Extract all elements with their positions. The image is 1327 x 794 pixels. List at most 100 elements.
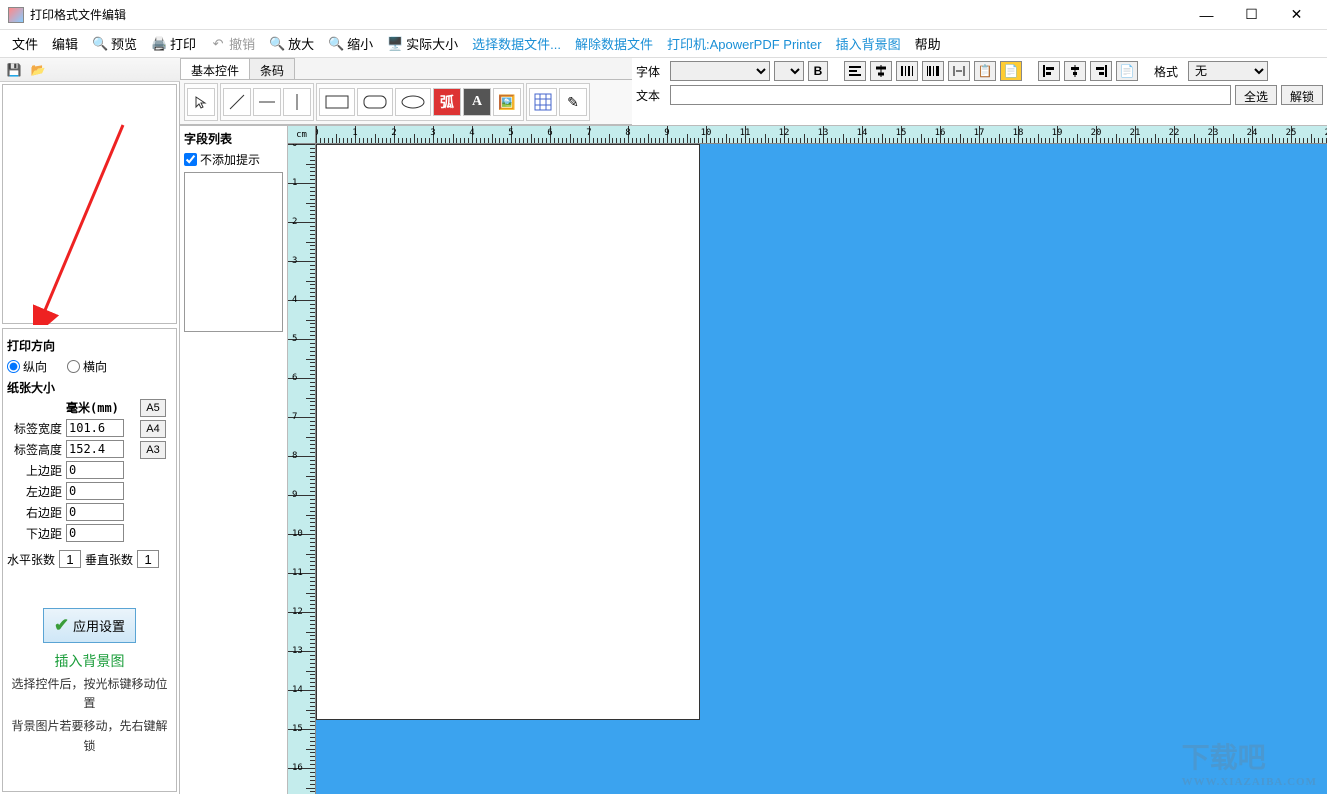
left-panel: 💾 📂 打印方向 纵向 横向 纸张大小 毫米(mm) A5 A4 A3 (0, 58, 180, 794)
edit-tool[interactable]: ✎ (559, 88, 587, 116)
radio-portrait[interactable]: 纵向 (7, 358, 47, 375)
select-all-button[interactable]: 全选 (1235, 85, 1277, 105)
tab-barcode[interactable]: 条码 (249, 58, 295, 79)
ruler-horizontal: 0123456789101112131415161718192021222324… (316, 126, 1327, 144)
menu-preview[interactable]: 🔍预览 (86, 31, 143, 56)
label-page[interactable] (316, 144, 700, 720)
apply-settings-button[interactable]: ✔应用设置 (43, 608, 136, 643)
label-width-input[interactable] (66, 419, 124, 437)
h-count-input[interactable] (59, 550, 81, 568)
direction-title: 打印方向 (7, 337, 172, 354)
tab-basic[interactable]: 基本控件 (180, 58, 250, 79)
close-button[interactable]: ✕ (1274, 0, 1319, 30)
menu-insert-bg[interactable]: 插入背景图 (830, 31, 907, 56)
center-area: 基本控件 条码 弧 (180, 58, 1327, 794)
doc-icon[interactable]: 📄 (1116, 61, 1138, 81)
text-tool[interactable]: A (463, 88, 491, 116)
font-select[interactable] (670, 61, 770, 81)
unlock-button[interactable]: 解锁 (1281, 85, 1323, 105)
a3-button[interactable]: A3 (140, 441, 166, 459)
ruler-vertical: 0123456789101112131415161718 (288, 144, 316, 794)
app-icon (8, 7, 24, 23)
save-icon[interactable]: 💾 (4, 60, 24, 80)
tab-row: 基本控件 条码 (180, 58, 632, 80)
copy-icon[interactable]: 📋 (974, 61, 996, 81)
line-tool[interactable] (223, 88, 251, 116)
help-text-1: 选择控件后，按光标键移动位置 (7, 675, 172, 713)
menu-zoomout[interactable]: 🔍缩小 (322, 31, 379, 56)
arc-tool[interactable]: 弧 (433, 88, 461, 116)
spacing-icon[interactable] (948, 61, 970, 81)
bold-button[interactable]: B (808, 61, 828, 81)
align-left-icon[interactable] (844, 61, 866, 81)
paste-icon[interactable]: 📄 (1000, 61, 1022, 81)
paper-title: 纸张大小 (7, 379, 172, 396)
printer-icon: 🖨️ (151, 36, 167, 52)
ruler-corner: cm (288, 126, 316, 144)
field-list-box[interactable] (184, 172, 283, 332)
field-list-panel: 字段列表 不添加提示 (180, 126, 288, 794)
insert-bg-link[interactable]: 插入背景图 (7, 651, 172, 671)
quick-toolbar: 💾 📂 (0, 58, 180, 82)
a4-button[interactable]: A4 (140, 420, 166, 438)
canvas-area: cm 0123456789101112131415161718192021222… (288, 126, 1327, 794)
help-text-2: 背景图片若要移动，先右键解锁 (7, 717, 172, 755)
image-tool[interactable]: 🖼️ (493, 88, 521, 116)
undo-icon: ↶ (210, 36, 226, 52)
right-margin-input[interactable] (66, 503, 124, 521)
menu-release-data[interactable]: 解除数据文件 (569, 31, 659, 56)
grid-tool[interactable] (529, 88, 557, 116)
radio-landscape[interactable]: 横向 (67, 358, 107, 375)
menu-printer-info[interactable]: 打印机:ApowerPDF Printer (661, 31, 828, 56)
canvas-background[interactable] (316, 144, 1327, 794)
settings-panel: 打印方向 纵向 横向 纸张大小 毫米(mm) A5 A4 A3 标签宽度 标签高… (2, 328, 177, 792)
minimize-button[interactable]: — (1184, 0, 1229, 30)
zoomin-icon: 🔍 (269, 36, 285, 52)
hline-tool[interactable] (253, 88, 281, 116)
align-l-icon[interactable] (1038, 61, 1060, 81)
maximize-button[interactable]: ☐ (1229, 0, 1274, 30)
menu-file[interactable]: 文件 (6, 31, 44, 56)
v-count-input[interactable] (137, 550, 159, 568)
align-center-h-icon[interactable] (870, 61, 892, 81)
menu-select-data[interactable]: 选择数据文件... (466, 31, 567, 56)
rect-tool[interactable] (319, 88, 355, 116)
menu-zoomin[interactable]: 🔍放大 (263, 31, 320, 56)
text-label: 文本 (636, 87, 666, 104)
h-count-label: 水平张数 (7, 551, 55, 568)
right-tools: 字体 B 📋 📄 📄 (632, 58, 1327, 125)
menu-edit[interactable]: 编辑 (46, 31, 84, 56)
a5-button[interactable]: A5 (140, 399, 166, 417)
window-title: 打印格式文件编辑 (30, 6, 1184, 23)
zoomout-icon: 🔍 (328, 36, 344, 52)
top-margin-input[interactable] (66, 461, 124, 479)
no-prompt-checkbox[interactable]: 不添加提示 (184, 151, 283, 168)
barcode1-icon[interactable] (896, 61, 918, 81)
menu-actual-size[interactable]: 🖥️实际大小 (381, 31, 464, 56)
align-r-icon[interactable] (1090, 61, 1112, 81)
label-height-input[interactable] (66, 440, 124, 458)
preview-box (2, 84, 177, 324)
menu-help[interactable]: 帮助 (909, 31, 947, 56)
menu-bar: 文件 编辑 🔍预览 🖨️打印 ↶撤销 🔍放大 🔍缩小 🖥️实际大小 选择数据文件… (0, 30, 1327, 58)
bottom-margin-input[interactable] (66, 524, 124, 542)
vline-tool[interactable] (283, 88, 311, 116)
annotation-arrow (33, 115, 133, 325)
tools-row: 弧 A 🖼️ ✎ (180, 80, 632, 125)
actual-icon: 🖥️ (387, 36, 403, 52)
pointer-tool[interactable] (187, 88, 215, 116)
barcode2-icon[interactable] (922, 61, 944, 81)
format-select[interactable]: 无 (1188, 61, 1268, 81)
font-size-select[interactable] (774, 61, 804, 81)
ellipse-tool[interactable] (395, 88, 431, 116)
menu-print[interactable]: 🖨️打印 (145, 31, 202, 56)
open-icon[interactable]: 📂 (28, 60, 48, 80)
v-count-label: 垂直张数 (85, 551, 133, 568)
text-input[interactable] (670, 85, 1231, 105)
font-label: 字体 (636, 63, 666, 80)
menu-undo[interactable]: ↶撤销 (204, 31, 261, 56)
left-margin-input[interactable] (66, 482, 124, 500)
roundrect-tool[interactable] (357, 88, 393, 116)
align-c-icon[interactable] (1064, 61, 1086, 81)
mm-label: 毫米(mm) (66, 399, 119, 416)
